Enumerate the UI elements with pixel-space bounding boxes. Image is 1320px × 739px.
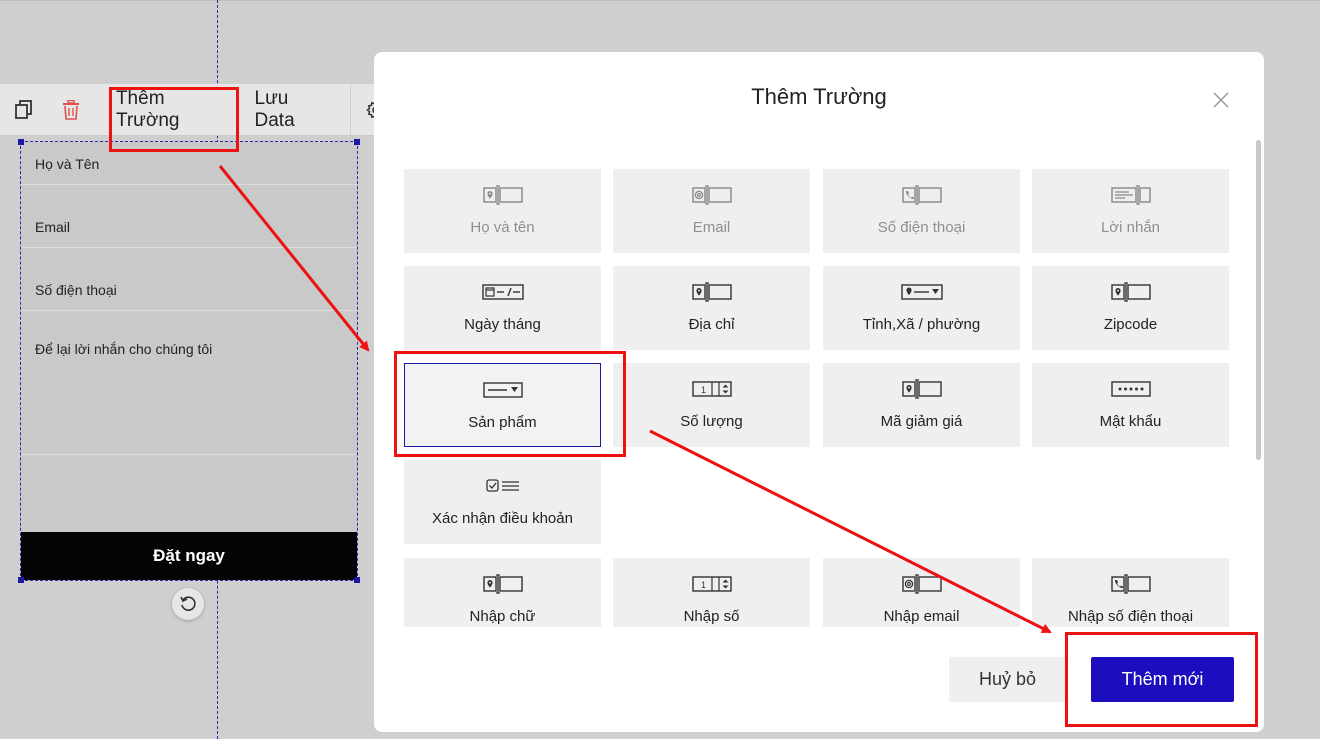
field-type-label: Địa chỉ [688, 316, 735, 333]
field-type-label: Nhập số [683, 608, 740, 625]
field-type-card[interactable]: Mật khẩu [1032, 363, 1229, 447]
add-new-button[interactable]: Thêm mới [1091, 657, 1234, 702]
field-type-label: Nhập số điện thoại [1067, 608, 1194, 625]
field-type-card[interactable]: 1 Số lượng [613, 363, 810, 447]
field-type-card[interactable]: Mã giảm giá [823, 363, 1020, 447]
email-input-icon [901, 572, 942, 596]
rotate-icon[interactable] [172, 588, 204, 620]
top-divider [0, 0, 1320, 1]
element-toolbar: Thêm Trường Lưu Data [0, 83, 400, 136]
resize-handle[interactable] [354, 139, 360, 145]
scrollbar[interactable] [1256, 140, 1261, 460]
phone-input-icon [1110, 572, 1151, 596]
field-type-card[interactable]: Xác nhận điều khoản [404, 460, 601, 544]
add-field-modal: Thêm Trường Họ và tên Email Số điện thoại L… [374, 52, 1264, 732]
field-type-label: Số điện thoại [877, 219, 966, 236]
field-type-grid: Họ và tên Email Số điện thoại Lời nhắn Ngày … [404, 169, 1230, 627]
field-type-label: Mã giảm giá [880, 413, 963, 430]
form-element[interactable]: Họ và Tên Email Số điện thoại Để lại lời… [18, 139, 360, 583]
close-icon[interactable] [1209, 88, 1233, 112]
field-type-label: Nhập email [883, 608, 960, 625]
modal-title: Thêm Trường [751, 84, 887, 109]
field-type-label: Nhập chữ [469, 608, 536, 625]
cancel-button[interactable]: Huỷ bỏ [949, 657, 1066, 702]
field-type-label: Email [692, 219, 731, 236]
field-type-label: Sản phẩm [468, 414, 537, 431]
location-input-icon [1110, 280, 1151, 304]
trash-icon[interactable] [49, 84, 94, 136]
field-type-label: Mật khẩu [1099, 413, 1162, 430]
message-input-icon [1110, 183, 1151, 207]
form-field-name[interactable]: Họ và Tên [21, 142, 357, 185]
email-input-icon [691, 183, 732, 207]
date-input-icon [481, 280, 524, 304]
field-type-label: Lời nhắn [1100, 219, 1161, 236]
field-type-card[interactable]: Nhập email [823, 558, 1020, 627]
duplicate-icon[interactable] [0, 84, 49, 136]
svg-text:1: 1 [701, 580, 706, 590]
field-type-label: Họ và tên [470, 219, 535, 236]
location-input-icon [482, 183, 523, 207]
resize-handle[interactable] [18, 577, 24, 583]
field-type-card[interactable]: Ngày tháng [404, 266, 601, 350]
field-type-label: Tỉnh,Xã / phường [862, 316, 981, 333]
location-input-icon [901, 377, 942, 401]
field-type-card[interactable]: Họ và tên [404, 169, 601, 253]
phone-input-icon [901, 183, 942, 207]
resize-handle[interactable] [18, 139, 24, 145]
number-stepper-icon: 1 [691, 377, 732, 401]
location-input-icon [691, 280, 732, 304]
field-type-card[interactable]: Zipcode [1032, 266, 1229, 350]
add-field-button[interactable]: Thêm Trường [94, 84, 245, 136]
field-type-card[interactable]: Địa chỉ [613, 266, 810, 350]
field-type-card[interactable]: Lời nhắn [1032, 169, 1229, 253]
password-input-icon [1110, 377, 1151, 401]
checkbox-terms-icon [483, 474, 523, 498]
form-field-phone[interactable]: Số điện thoại [21, 268, 357, 311]
field-type-card[interactable]: Nhập số điện thoại [1032, 558, 1229, 627]
form-field-email[interactable]: Email [21, 205, 357, 248]
field-type-card[interactable]: Nhập chữ [404, 558, 601, 627]
field-type-label: Số lượng [680, 413, 743, 430]
submit-button[interactable]: Đặt ngay [21, 532, 357, 580]
field-type-card[interactable]: Email [613, 169, 810, 253]
field-type-card[interactable]: Sản phẩm [404, 363, 601, 447]
select-dropdown-icon [482, 378, 523, 402]
field-type-label: Zipcode [1103, 316, 1158, 333]
field-type-label: Ngày tháng [464, 316, 541, 333]
save-data-button[interactable]: Lưu Data [245, 84, 351, 136]
svg-text:1: 1 [701, 385, 706, 395]
field-type-card[interactable]: Số điện thoại [823, 169, 1020, 253]
number-stepper-icon: 1 [691, 572, 732, 596]
form-field-message[interactable]: Để lại lời nhắn cho chúng tôi [21, 331, 357, 455]
location-input-icon [482, 572, 523, 596]
resize-handle[interactable] [354, 577, 360, 583]
location-select-icon [900, 280, 943, 304]
field-type-card[interactable]: Tỉnh,Xã / phường [823, 266, 1020, 350]
field-type-label: Xác nhận điều khoản [432, 510, 573, 527]
field-type-card[interactable]: 1 Nhập số [613, 558, 810, 627]
